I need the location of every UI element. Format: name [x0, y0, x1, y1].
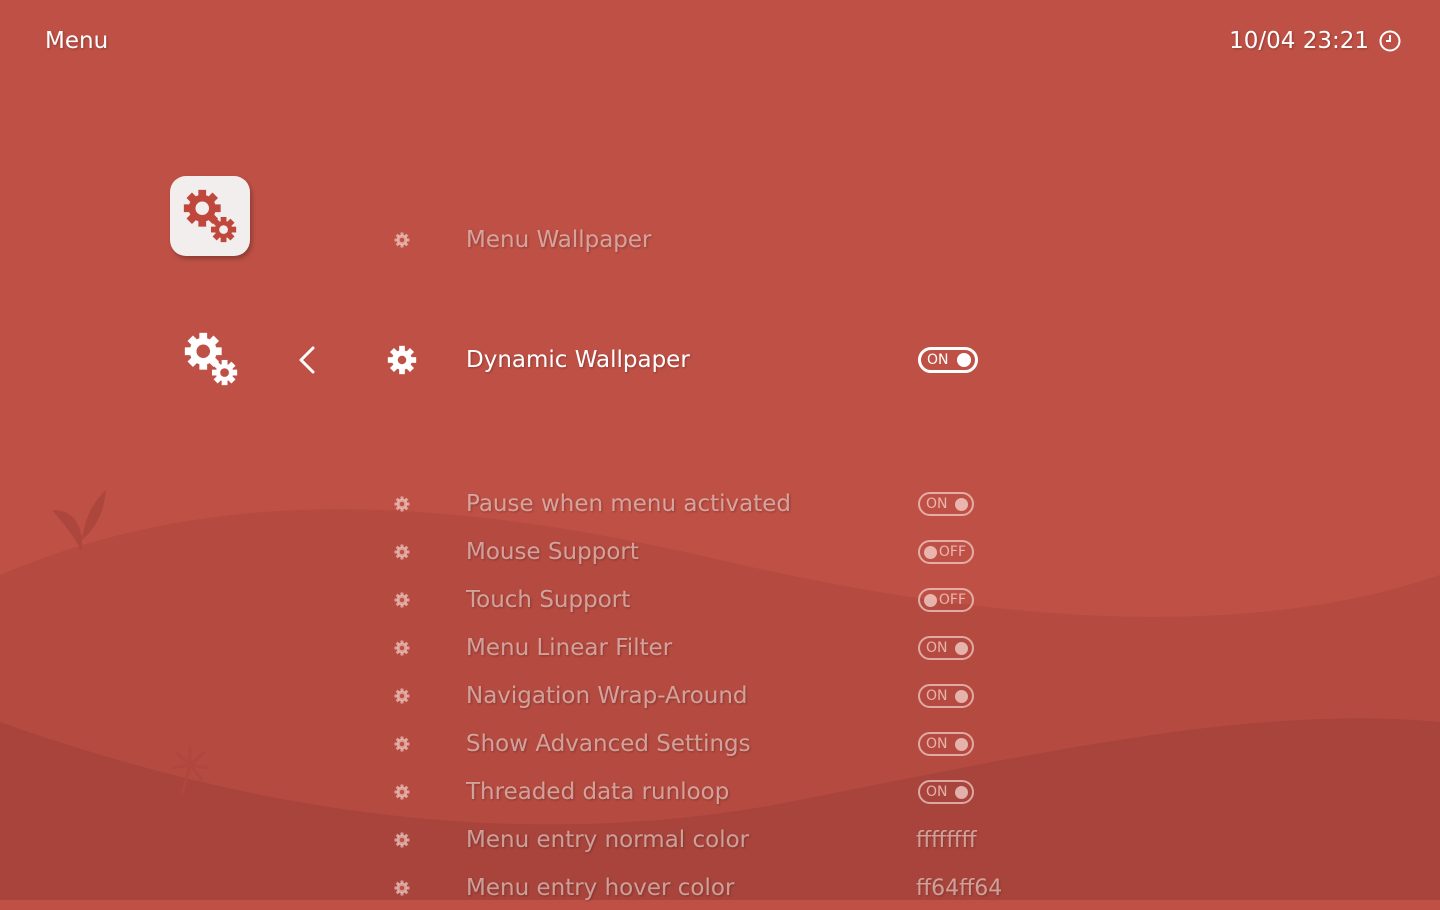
menu-item-icon	[380, 591, 424, 609]
toggle-switch[interactable]: ON	[918, 492, 974, 516]
toggle-state-text: ON	[926, 784, 948, 800]
menu-item-label: Menu Wallpaper	[466, 227, 652, 253]
toggle-switch[interactable]: ON	[918, 732, 974, 756]
menu-item-icon	[380, 495, 424, 513]
menu-item[interactable]: Touch Support OFF	[380, 578, 1060, 622]
toggle-switch[interactable]: ON	[918, 347, 978, 373]
menu-item[interactable]: Menu Linear Filter ON	[380, 626, 1060, 670]
toggle-switch[interactable]: OFF	[918, 540, 974, 564]
menu-item-label: Menu Linear Filter	[466, 635, 673, 661]
gear-icon	[394, 784, 410, 800]
toggle-state-text: ON	[926, 736, 948, 752]
toggle-state-text: ON	[927, 352, 949, 368]
menu-item-icon	[380, 879, 424, 897]
toggle-state-text: ON	[926, 640, 948, 656]
toggle-knob	[957, 353, 971, 367]
menu-item-icon	[380, 639, 424, 657]
menu-item-label: Navigation Wrap-Around	[466, 683, 748, 709]
menu-item[interactable]: Menu Wallpaper	[380, 218, 1060, 262]
menu-item[interactable]: Show Advanced Settings ON	[380, 722, 1060, 766]
toggle-state-text: OFF	[938, 592, 966, 608]
menu-item-icon	[380, 343, 424, 377]
toggle-knob	[924, 545, 937, 559]
menu-item[interactable]: Threaded data runloop ON	[380, 770, 1060, 814]
gear-icon	[394, 832, 410, 848]
toggle-switch[interactable]: ON	[918, 780, 974, 804]
menu-item-label: Menu entry normal color	[466, 827, 750, 853]
toggle-state-text: ON	[926, 688, 948, 704]
menu-item-label: Pause when menu activated	[466, 491, 792, 517]
menu-item[interactable]: Navigation Wrap-Around ON	[380, 674, 1060, 718]
menu-item-icon	[380, 831, 424, 849]
toggle-knob	[955, 785, 968, 799]
menu-item-label: Threaded data runloop	[466, 779, 730, 805]
menu-item-label: Mouse Support	[466, 539, 639, 565]
menu-item-value: ff64ff64	[916, 875, 1003, 901]
menu-item[interactable]: Pause when menu activated ON	[380, 482, 1060, 526]
menu-item-icon	[380, 231, 424, 249]
toggle-switch[interactable]: ON	[918, 636, 974, 660]
gear-icon	[394, 736, 410, 752]
menu-item-value: ffffffff	[916, 827, 977, 853]
menu-item-label: Show Advanced Settings	[466, 731, 751, 757]
toggle-switch[interactable]: OFF	[918, 588, 974, 612]
menu-item-icon	[380, 735, 424, 753]
gear-icon	[394, 592, 410, 608]
toggle-knob	[955, 737, 968, 751]
menu-item-icon	[380, 687, 424, 705]
gear-icon	[394, 496, 410, 512]
toggle-knob	[955, 689, 968, 703]
toggle-knob	[924, 593, 937, 607]
menu-item-icon	[380, 783, 424, 801]
menu-item-label: Menu entry hover color	[466, 875, 735, 901]
gear-icon	[394, 232, 410, 248]
settings-menu-list: Menu Wallpaper Dynamic Wallpaper ON Pause w…	[0, 0, 1440, 901]
toggle-state-text: ON	[926, 496, 948, 512]
gear-icon	[387, 345, 417, 375]
menu-item[interactable]: Dynamic Wallpaper ON	[380, 338, 1060, 382]
menu-item-label: Dynamic Wallpaper	[466, 347, 690, 373]
gear-icon	[394, 688, 410, 704]
toggle-knob	[955, 497, 968, 511]
gear-icon	[394, 640, 410, 656]
toggle-state-text: OFF	[938, 544, 966, 560]
menu-item[interactable]: Menu entry normal color ffffffff	[380, 818, 1060, 862]
toggle-switch[interactable]: ON	[918, 684, 974, 708]
menu-item[interactable]: Menu entry hover color ff64ff64	[380, 866, 1060, 910]
menu-item-label: Touch Support	[466, 587, 631, 613]
gear-icon	[394, 544, 410, 560]
menu-item[interactable]: Mouse Support OFF	[380, 530, 1060, 574]
menu-item-icon	[380, 543, 424, 561]
toggle-knob	[955, 641, 968, 655]
gear-icon	[394, 880, 410, 896]
